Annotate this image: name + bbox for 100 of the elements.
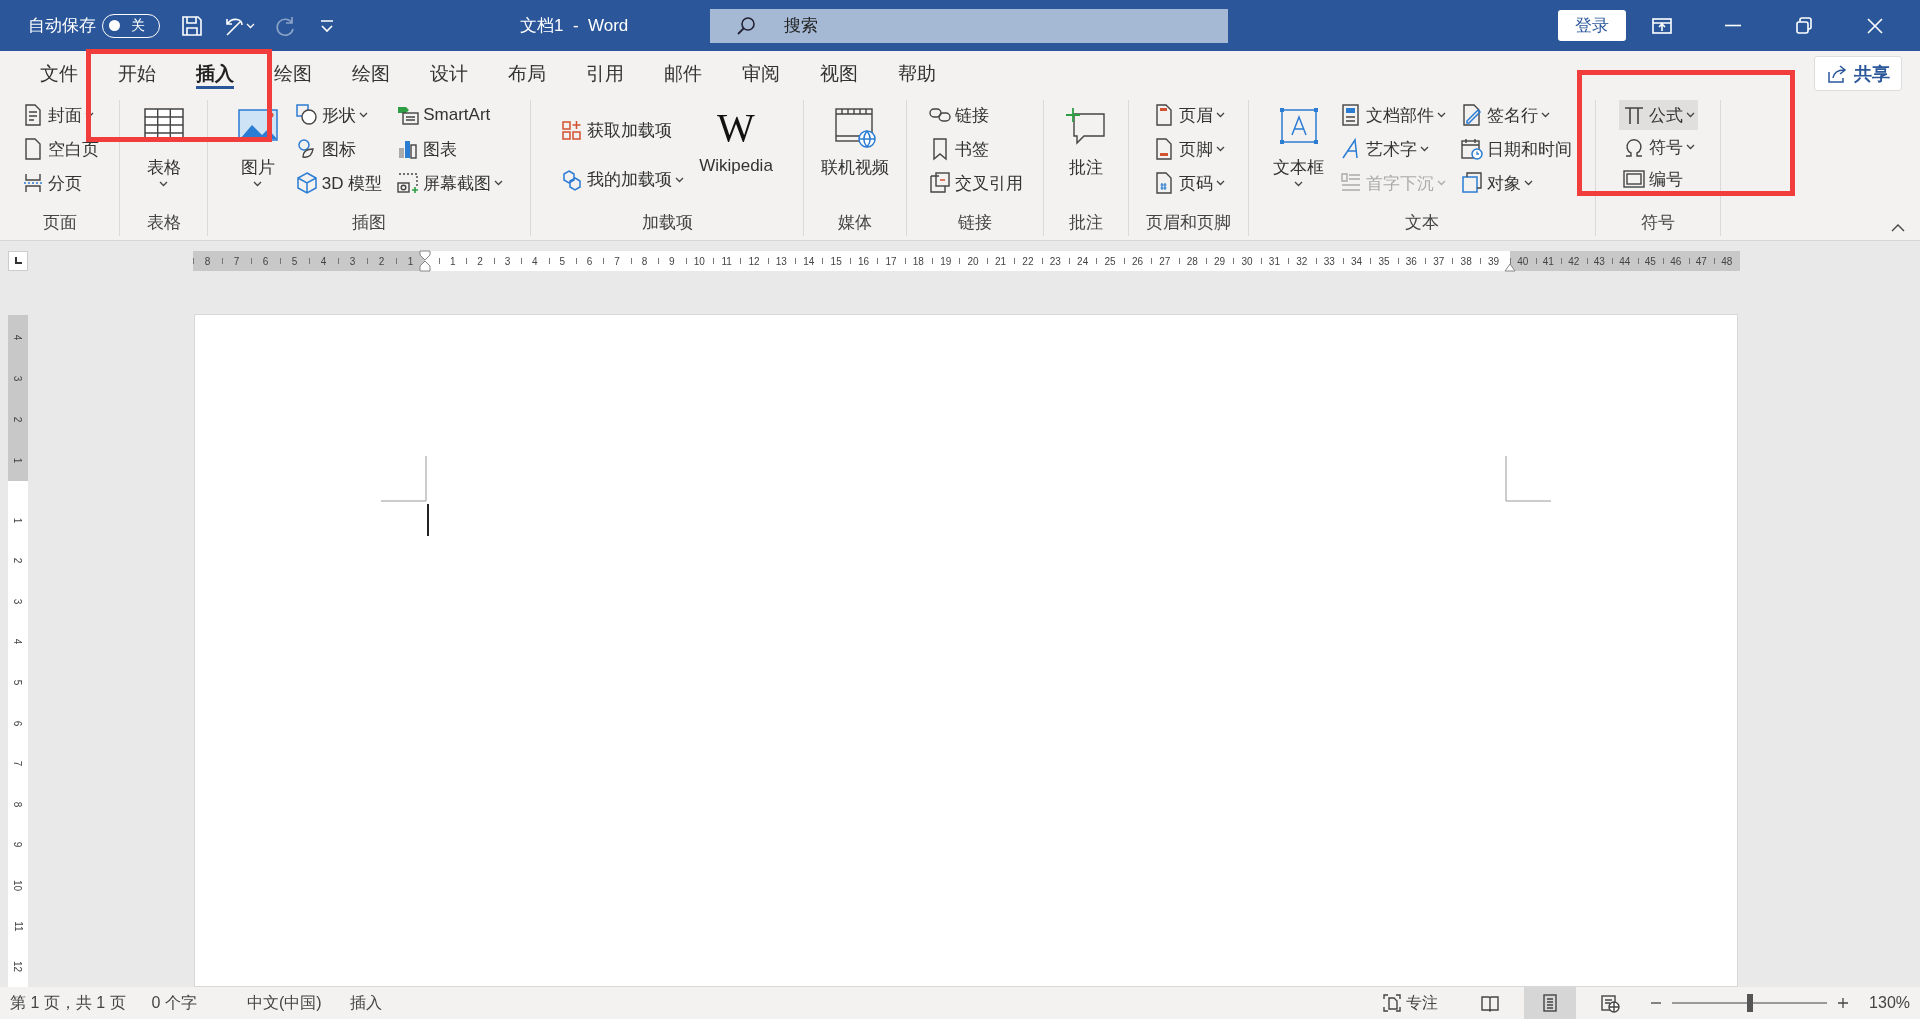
tab-stop-selector[interactable]	[8, 251, 28, 271]
shapes-icon	[294, 103, 319, 127]
ribbon-button[interactable]: 封面	[17, 100, 102, 130]
cross-reference-icon	[927, 171, 952, 195]
ribbon-tab[interactable]: 邮件	[644, 51, 722, 96]
caret-icon	[494, 180, 504, 186]
caret-icon	[1294, 181, 1303, 187]
ribbon-tab[interactable]: 绘图	[254, 51, 332, 96]
ribbon-button[interactable]: W Wikipedia	[695, 100, 777, 204]
ruler-number: 13	[775, 255, 787, 267]
ribbon-tab[interactable]: 插入	[176, 51, 254, 96]
ribbon-button[interactable]: 艺术字	[1336, 134, 1449, 164]
share-button[interactable]: 共享	[1814, 56, 1902, 91]
ruler-number: 6	[12, 720, 24, 726]
slider-thumb[interactable]	[1746, 994, 1753, 1012]
ruler-number: 28	[1186, 255, 1198, 267]
ruler-number: 4	[12, 334, 24, 341]
tab-stop-icon	[13, 256, 23, 266]
ribbon-tab[interactable]: 绘图	[332, 51, 410, 96]
ribbon-button[interactable]: 我的加载项	[557, 164, 688, 195]
ribbon-button[interactable]: 链接	[924, 100, 1026, 130]
read-mode-icon	[1480, 993, 1501, 1013]
ruler-number: 4	[532, 255, 538, 267]
ruler-number: 5	[291, 255, 298, 267]
ruler-number: 2	[12, 416, 24, 423]
ruler-number: 3	[12, 598, 24, 605]
status-text: 中文(中国)	[246, 992, 322, 1013]
ribbon-button[interactable]: 表格	[137, 100, 190, 204]
ribbon-button[interactable]: SmartArt	[393, 100, 507, 130]
ribbon-button[interactable]: 文档部件	[1336, 100, 1449, 130]
group-label: 插图	[352, 212, 386, 234]
ribbon-button[interactable]: 编号	[1618, 164, 1698, 194]
ruler-number: 9	[669, 255, 675, 267]
ribbon-button[interactable]: 符号	[1618, 132, 1698, 162]
ribbon-button[interactable]: 文本框	[1269, 100, 1328, 204]
ribbon-button[interactable]: 屏幕截图	[393, 168, 507, 198]
ruler-number: 17	[885, 255, 897, 267]
ribbon-button[interactable]: 获取加载项	[557, 115, 688, 146]
ruler-number: 43	[1593, 255, 1605, 267]
print-layout-button[interactable]	[1524, 987, 1577, 1019]
caret-icon	[1685, 112, 1695, 118]
ribbon-tab[interactable]: 审阅	[722, 51, 800, 96]
ribbon-button[interactable]: 分页	[17, 168, 102, 198]
ruler-number: 4	[12, 639, 24, 645]
ribbon-button[interactable]: 交叉引用	[924, 168, 1026, 198]
plus-icon	[1837, 997, 1850, 1009]
ribbon-button[interactable]: 联机视频	[817, 100, 893, 204]
ribbon-tab[interactable]: 文件	[20, 51, 98, 96]
ruler-number: 18	[912, 255, 924, 267]
search-field[interactable]: 搜索	[710, 8, 1228, 43]
login-button[interactable]: 登录	[1558, 10, 1626, 41]
focus-button[interactable]: 专注	[1382, 992, 1439, 1014]
ruler-number: 10	[693, 255, 705, 267]
ruler-number: 1	[12, 517, 24, 523]
ribbon-button[interactable]: 公式	[1618, 100, 1698, 130]
ribbon-button[interactable]: 页脚	[1149, 134, 1228, 164]
ribbon-button[interactable]: 图标	[291, 134, 386, 164]
ribbon-button[interactable]: 批注	[1060, 100, 1112, 204]
signature-line-icon	[1460, 103, 1484, 127]
ruler-number: 30	[1241, 255, 1253, 267]
ribbon-button[interactable]: 图片	[231, 100, 284, 204]
ribbon-tab[interactable]: 视图	[800, 51, 878, 96]
ribbon-button[interactable]: 签名行	[1457, 100, 1575, 130]
ruler-number: 3	[504, 255, 511, 267]
ribbon-button[interactable]: 页眉	[1149, 100, 1228, 130]
group-label: 批注	[1069, 212, 1103, 234]
ribbon-button[interactable]: 页码	[1149, 168, 1228, 198]
ribbon-button[interactable]: 形状	[291, 100, 386, 130]
minimize-icon	[1724, 24, 1741, 27]
text-cursor	[427, 504, 429, 536]
ruler-number: 6	[262, 255, 269, 267]
ribbon-tab[interactable]: 帮助	[878, 51, 956, 96]
ruler-number: 12	[748, 255, 760, 267]
caret-icon	[1216, 146, 1225, 152]
ruler-number: 38	[1460, 255, 1472, 267]
ruler-number: 6	[586, 255, 593, 267]
group-label: 页面	[42, 212, 77, 234]
ruler-number: 44	[1619, 255, 1631, 267]
ribbon-button[interactable]: 书签	[924, 134, 1026, 164]
ribbon-tab[interactable]: 设计	[410, 51, 488, 96]
ribbon-button[interactable]: 空白页	[17, 134, 102, 164]
ribbon-button[interactable]: 图表	[393, 134, 507, 164]
ruler-number: 19	[940, 255, 952, 267]
ribbon-button[interactable]: 日期和时间	[1457, 134, 1575, 164]
ribbon-button[interactable]: 3D 模型	[291, 168, 386, 198]
ribbon-tab[interactable]: 布局	[488, 51, 566, 96]
zoom-level[interactable]: 130%	[1869, 994, 1910, 1012]
ruler-number: 15	[830, 255, 842, 267]
ruler-number: 23	[1049, 255, 1061, 267]
ribbon-tab[interactable]: 开始	[98, 51, 176, 96]
caret-icon	[253, 181, 263, 187]
autosave-label: 自动保存	[28, 15, 96, 37]
caret-icon	[1685, 144, 1695, 150]
ribbon-tab[interactable]: 引用	[566, 51, 644, 96]
ruler-number: 5	[12, 679, 24, 686]
ruler-number: 35	[1378, 255, 1390, 267]
cube-icon	[294, 171, 319, 195]
ribbon-button[interactable]: 对象	[1457, 168, 1575, 198]
ruler-number: 7	[614, 255, 620, 267]
wikipedia-logo: W	[717, 106, 755, 150]
